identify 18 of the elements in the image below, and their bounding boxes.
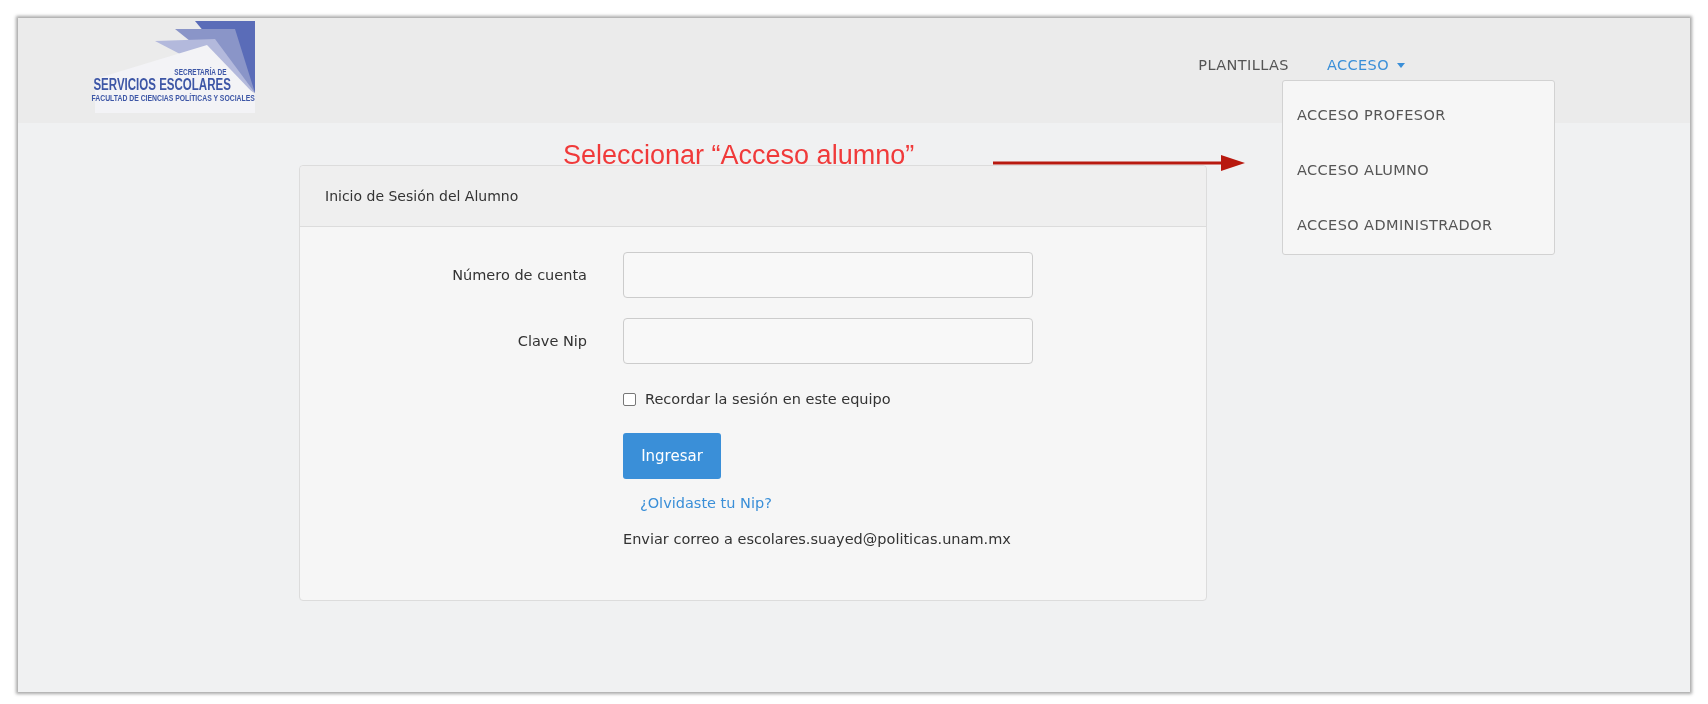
logo-text: SECRETARÍA DE [174,68,227,77]
field-label: Número de cuenta [451,267,587,283]
caret-icon [1397,62,1405,68]
card-title: Inicio de Sesión del Alumno [300,166,1206,227]
logo-text: FACULTAD DE CIENCIAS POLÍTICAS Y SOCIALES [91,93,255,103]
logo-text: SERVICIOS ESCOLARES [93,77,231,93]
menu-item[interactable]: ACCESO ALUMNO [1283,156,1444,184]
submit-button[interactable]: Ingresar [623,433,721,479]
contact-text: Enviar correo a escolares.suayed@politicas.unam.mx [623,531,1011,547]
field-label: Clave Nip [516,333,587,349]
menu-item[interactable]: ACCESO ADMINISTRADOR [1283,211,1507,239]
checkbox[interactable] [623,392,636,406]
checkbox-label: Recordar la sesión en este equipo [645,391,891,407]
input-field[interactable] [623,252,1033,298]
menu-item[interactable]: ACCESO PROFESOR [1283,101,1460,129]
forgot-link[interactable]: ¿Olvidaste tu Nip? [640,495,772,511]
nav-link[interactable]: PLANTILLAS [1198,53,1289,77]
input-field[interactable] [623,318,1033,364]
